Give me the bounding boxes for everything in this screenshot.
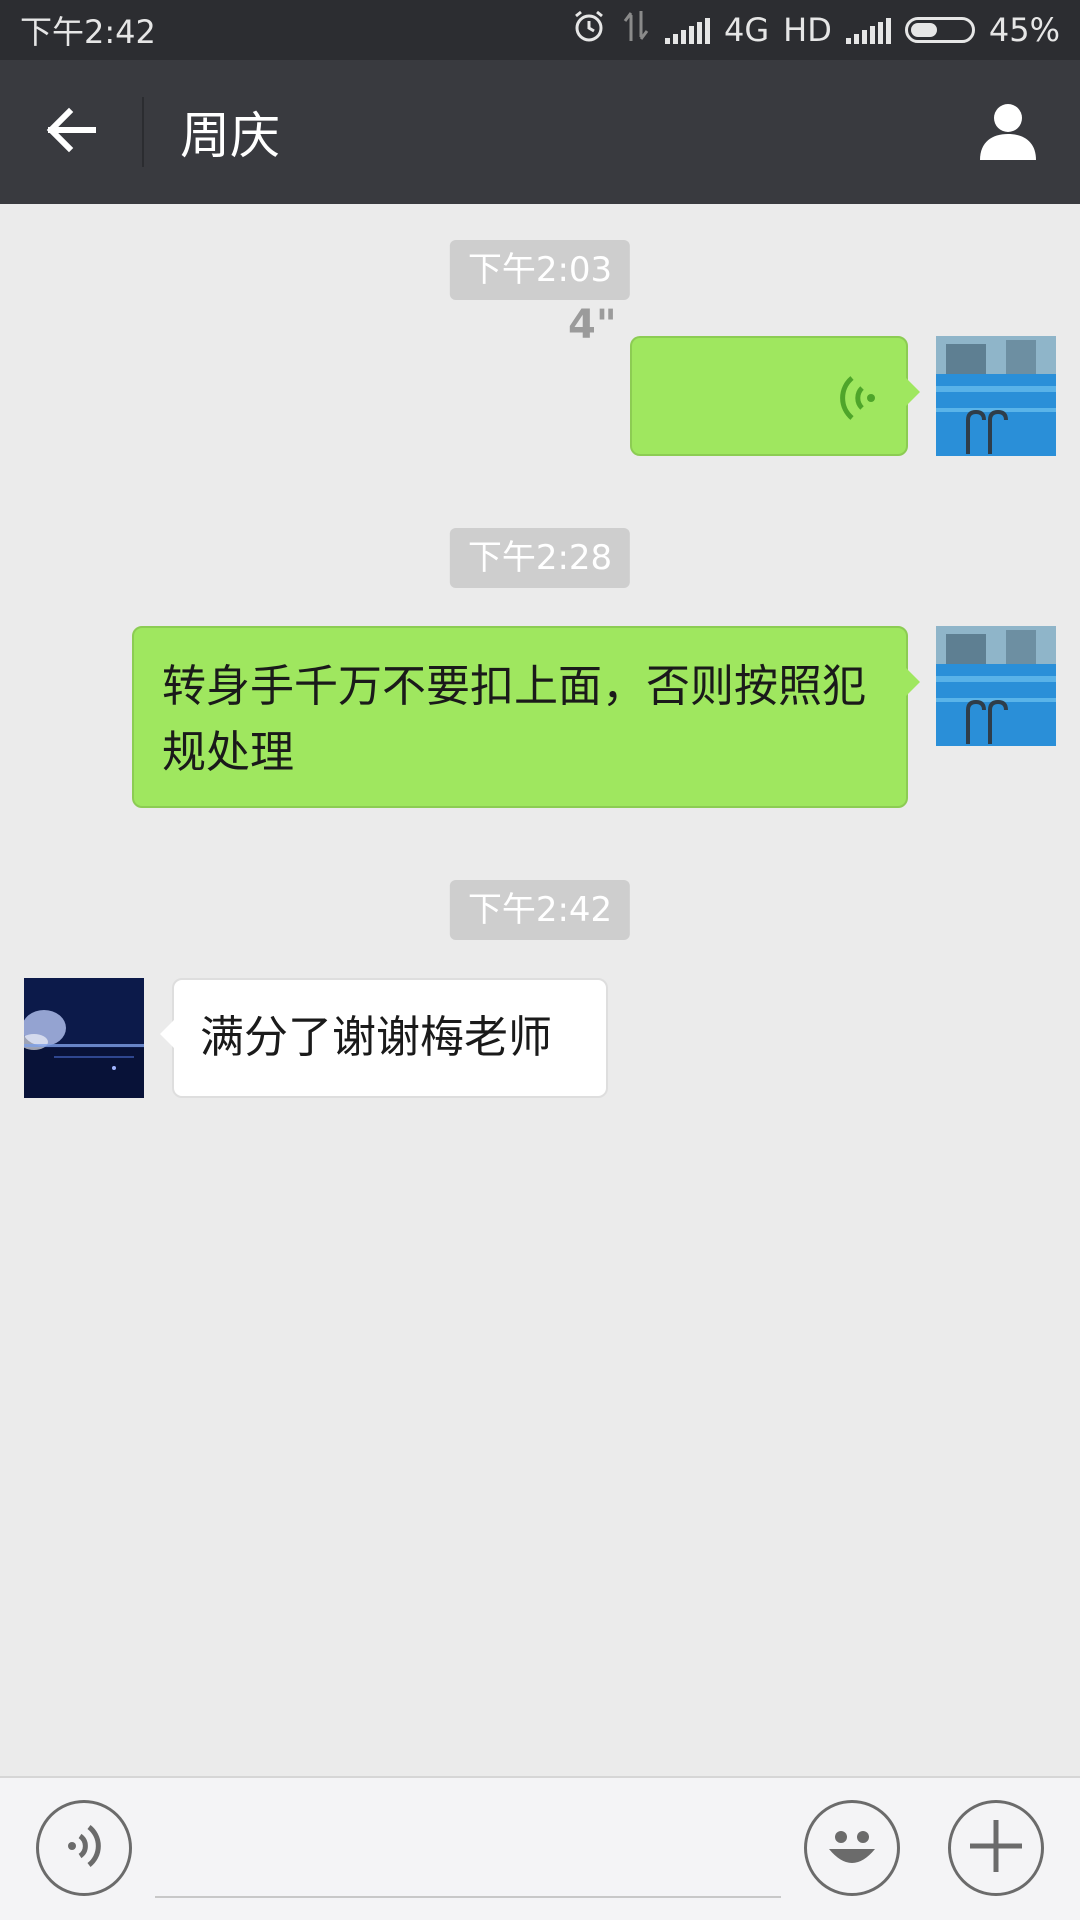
- status-icons: 4G HD 45%: [571, 8, 1060, 52]
- voice-wave-icon: [838, 374, 878, 433]
- bubble-tail: [906, 378, 920, 406]
- hd-indicator: HD: [783, 11, 832, 49]
- voice-duration: 4": [568, 302, 617, 348]
- received-message-bubble[interactable]: 满分了谢谢梅老师: [160, 978, 608, 1098]
- signal-icon: [665, 16, 711, 44]
- message-timestamp: 下午2:03: [449, 240, 631, 300]
- emoji-button[interactable]: [804, 1800, 900, 1896]
- chat-area[interactable]: 下午2:03 4" 下午2:28 转身手千万不要扣上面，否则按照犯规处理 下午2…: [0, 204, 1080, 1776]
- chat-title: 周庆: [180, 107, 280, 165]
- battery-icon: [904, 17, 975, 43]
- nav-bar: 周庆: [0, 60, 1080, 204]
- message-text: 满分了谢谢梅老师: [200, 1012, 552, 1063]
- back-arrow-icon: [45, 104, 97, 160]
- bubble-tail: [906, 668, 920, 696]
- signal-icon-2: [845, 16, 891, 44]
- voice-message-bubble[interactable]: [630, 336, 920, 456]
- person-icon: [976, 98, 1040, 166]
- chat-info-button[interactable]: [936, 60, 1080, 204]
- contact-avatar[interactable]: [24, 978, 144, 1098]
- bubble-tail: [160, 1020, 174, 1048]
- battery-percent: 45%: [988, 11, 1060, 49]
- alarm-icon: [571, 8, 607, 52]
- network-type: 4G: [724, 11, 770, 49]
- back-button[interactable]: [0, 97, 144, 167]
- input-underline: [155, 1896, 781, 1898]
- more-options-button[interactable]: [948, 1800, 1044, 1896]
- input-bar: [0, 1776, 1080, 1920]
- status-time: 下午2:42: [20, 13, 156, 51]
- message-text: 转身手千万不要扣上面，否则按照犯规处理: [162, 661, 866, 778]
- message-timestamp: 下午2:28: [449, 528, 631, 588]
- plus-icon: [966, 1816, 1026, 1880]
- sent-message-bubble[interactable]: 转身手千万不要扣上面，否则按照犯规处理: [132, 626, 920, 808]
- message-timestamp: 下午2:42: [449, 880, 631, 940]
- my-avatar[interactable]: [936, 336, 1056, 456]
- data-transfer-icon: [621, 9, 651, 51]
- message-input[interactable]: [155, 1818, 781, 1894]
- voice-input-icon: [62, 1822, 106, 1874]
- status-bar: 下午2:42 4G HD 45%: [0, 0, 1080, 60]
- emoji-icon: [817, 1811, 887, 1885]
- voice-input-button[interactable]: [36, 1800, 132, 1896]
- my-avatar[interactable]: [936, 626, 1056, 746]
